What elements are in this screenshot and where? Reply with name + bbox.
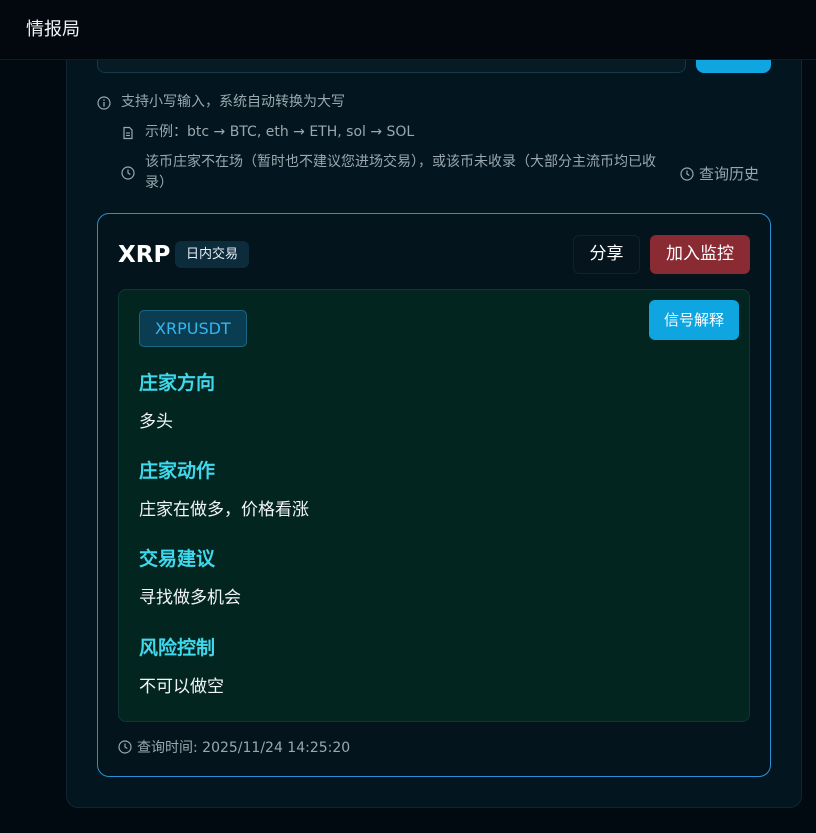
signal-panel: 信号解释 XRPUSDT 庄家方向 多头 庄家动作 庄家在做多，价格看涨 交易建… bbox=[118, 289, 750, 722]
pair-badge: XRPUSDT bbox=[139, 310, 247, 347]
signal-explain-button[interactable]: 信号解释 bbox=[649, 300, 739, 340]
query-timestamp: 查询时间: 2025/11/24 14:25:20 bbox=[118, 737, 350, 757]
query-history-label[interactable]: 查询历史 bbox=[699, 163, 759, 184]
hint-example: 示例：btc → BTC, eth → ETH, sol → SOL bbox=[121, 122, 414, 143]
result-card: XRP 日内交易 分享 加入监控 信号解释 XRPUSDT 庄家方向 多头 庄家… bbox=[97, 213, 771, 777]
info-icon bbox=[97, 96, 111, 110]
hint-example-text: 示例：btc → BTC, eth → ETH, sol → SOL bbox=[145, 124, 415, 140]
section-title-action: 庄家动作 bbox=[139, 460, 216, 482]
query-history-link[interactable]: 查询历史 bbox=[680, 163, 759, 184]
clock-icon bbox=[680, 166, 694, 181]
add-monitor-button[interactable]: 加入监控 bbox=[650, 235, 750, 274]
hint-not-listed: 该币庄家不在场（暂时也不建议您进场交易），或该币未收录（大部分主流币均已收录） bbox=[121, 152, 676, 194]
share-button[interactable]: 分享 bbox=[573, 235, 640, 274]
section-title-risk: 风险控制 bbox=[139, 637, 216, 659]
hint-not-listed-text: 该币庄家不在场（暂时也不建议您进场交易），或该币未收录（大部分主流币均已收录） bbox=[145, 154, 656, 191]
section-value-direction: 多头 bbox=[139, 412, 173, 432]
hint-lowercase-text: 支持小写输入，系统自动转换为大写 bbox=[121, 94, 345, 110]
clock-icon bbox=[118, 740, 132, 754]
clock-icon bbox=[121, 166, 135, 180]
hint-lowercase: 支持小写输入，系统自动转换为大写 bbox=[97, 92, 345, 113]
top-bar: 情报局 bbox=[0, 0, 816, 60]
section-title-advice: 交易建议 bbox=[139, 548, 216, 570]
query-timestamp-text: 查询时间: 2025/11/24 14:25:20 bbox=[137, 740, 351, 756]
section-value-risk: 不可以做空 bbox=[139, 677, 224, 697]
trade-type-badge: 日内交易 bbox=[175, 241, 250, 268]
coin-symbol: XRP bbox=[118, 242, 171, 268]
document-icon bbox=[123, 126, 133, 140]
section-title-direction: 庄家方向 bbox=[139, 372, 216, 394]
app-title: 情报局 bbox=[26, 19, 80, 40]
section-value-advice: 寻找做多机会 bbox=[139, 588, 241, 608]
section-value-action: 庄家在做多，价格看涨 bbox=[139, 500, 309, 520]
